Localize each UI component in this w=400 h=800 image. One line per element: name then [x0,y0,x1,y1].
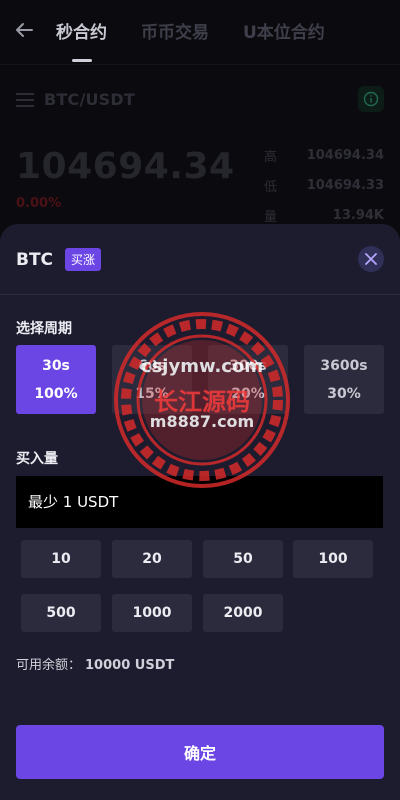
period-rate: 15% [135,385,169,402]
nav-divider [0,64,400,65]
stat-value: 104694.33 [306,177,384,193]
tab-second-contract[interactable]: 秒合约 [56,18,107,43]
period-time: 60s [138,357,166,374]
period-time: 300s [229,357,267,374]
quick-amount-button[interactable]: 100 [293,540,373,578]
top-nav: 秒合约 币币交易 U本位合约 [0,0,400,62]
period-option-300s[interactable]: 300s 20% [208,345,288,414]
close-icon[interactable] [358,246,384,272]
quick-amount-button[interactable]: 2000 [203,594,283,632]
period-time: 30s [42,357,70,374]
quick-amount-button[interactable]: 50 [203,540,283,578]
market-stats: 高 104694.34 低 104694.33 量 13.94K [264,140,384,230]
period-time: 3600s [320,357,368,374]
stat-label: 量 [264,209,278,225]
period-rate: 20% [231,385,265,402]
period-title: 选择周期 [16,321,72,337]
quick-amount-button[interactable]: 1000 [112,594,192,632]
quick-amount-button[interactable]: 500 [21,594,101,632]
stat-label: 高 [264,149,278,165]
menu-icon[interactable] [16,92,34,107]
balance-value: 10000 USDT [85,658,175,673]
pair-header: BTC/USDT [16,86,384,112]
tab-spot-trading[interactable]: 币币交易 [141,18,209,43]
tab-usdt-futures[interactable]: U本位合约 [243,18,325,43]
stat-label: 低 [264,179,278,195]
sheet-divider [0,294,400,295]
balance-label: 可用余额： [16,658,82,673]
last-price: 104694.34 [16,146,235,187]
info-icon[interactable] [358,86,384,112]
direction-badge: 买涨 [65,248,102,271]
amount-input[interactable] [16,476,383,528]
arrow-left-icon[interactable] [12,18,36,42]
quick-amount-button[interactable]: 20 [112,540,192,578]
trade-page: 秒合约 币币交易 U本位合约 BTC/USDT 104694.34 0.00% [0,0,400,800]
stat-low: 低 104694.33 [264,170,384,200]
stat-high: 高 104694.34 [264,140,384,170]
period-option-60s[interactable]: 60s 15% [112,345,192,414]
stat-value: 13.94K [332,207,384,223]
period-rate: 30% [327,385,361,402]
order-sheet: BTC 买涨 选择周期 30s 100% 60s 15% 300s 20% 36… [0,224,400,800]
available-balance: 可用余额： 10000 USDT [16,654,174,673]
amount-title: 买入量 [16,451,58,467]
period-option-30s[interactable]: 30s 100% [16,345,96,414]
stat-value: 104694.34 [306,147,384,163]
asset-symbol: BTC [16,249,54,270]
price-change: 0.00% [16,196,62,211]
period-option-3600s[interactable]: 3600s 30% [304,345,384,414]
quick-amount-button[interactable]: 10 [21,540,101,578]
active-tab-indicator [72,59,92,62]
trading-pair[interactable]: BTC/USDT [44,90,135,109]
tab-bar: 秒合约 币币交易 U本位合约 [56,18,325,43]
period-rate: 100% [34,385,78,402]
confirm-button[interactable]: 确定 [16,725,384,779]
sheet-header: BTC 买涨 [16,248,102,271]
